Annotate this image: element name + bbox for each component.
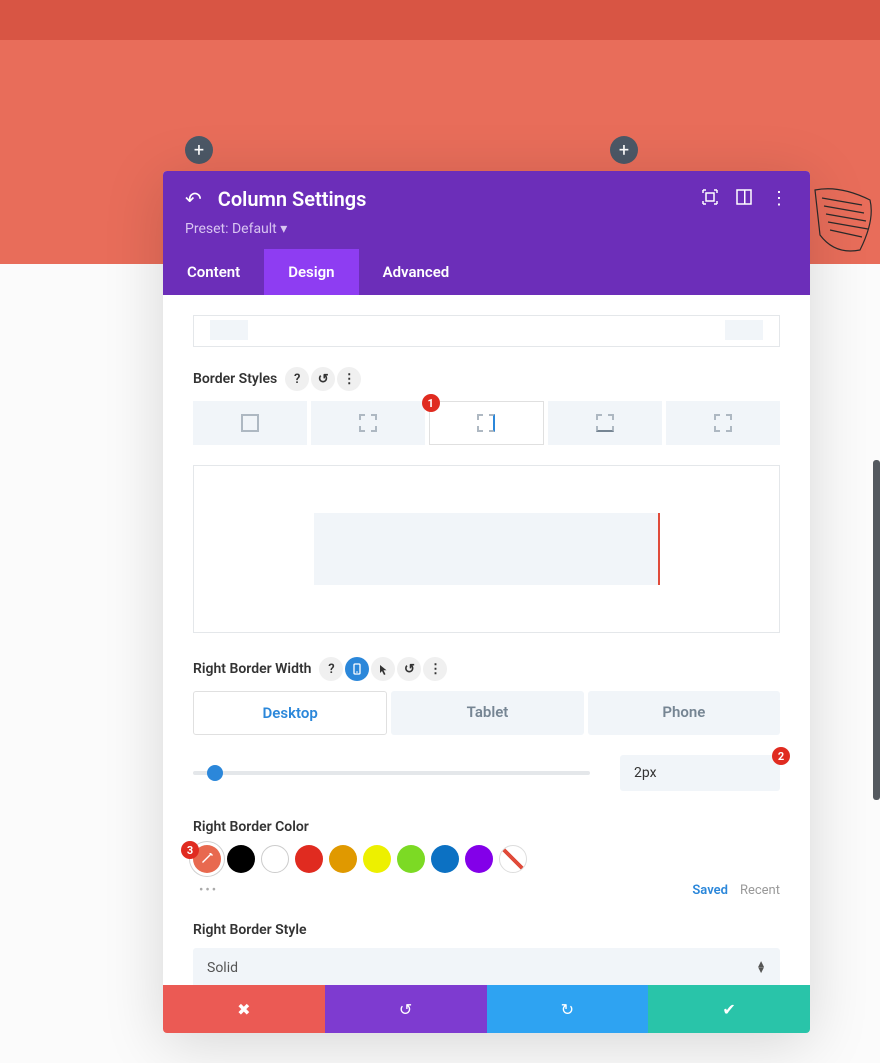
chevron-down-icon: ▾	[280, 221, 287, 237]
settings-modal: ↶ Column Settings ⋮ Preset: Default ▾ Co…	[163, 171, 810, 1033]
right-border-color-label: Right Border Color	[193, 819, 780, 835]
color-black[interactable]	[227, 845, 255, 873]
hover-icon[interactable]	[371, 657, 395, 681]
color-blue[interactable]	[431, 845, 459, 873]
collapsed-row	[193, 315, 780, 347]
decorative-sketch	[810, 180, 880, 260]
color-yellow[interactable]	[363, 845, 391, 873]
add-module-button-right[interactable]: +	[610, 136, 638, 164]
help-icon[interactable]: ?	[285, 367, 309, 391]
expand-icon[interactable]	[702, 189, 718, 209]
back-arrow-icon[interactable]: ↶	[185, 187, 202, 211]
border-style-5[interactable]	[666, 401, 780, 445]
width-slider-row: 2	[193, 755, 780, 791]
annotation-badge-3: 3	[181, 841, 199, 859]
border-styles-label: Border Styles ? ↺ ⋮	[193, 367, 780, 391]
color-picker-row: 3	[193, 845, 780, 873]
options-icon[interactable]: ⋮	[423, 657, 447, 681]
settings-tabs: Content Design Advanced	[163, 249, 810, 295]
device-tab-tablet[interactable]: Tablet	[391, 691, 583, 735]
border-right-only[interactable]: 1	[429, 401, 545, 445]
width-slider[interactable]	[193, 771, 590, 775]
tab-advanced[interactable]: Advanced	[359, 249, 474, 295]
border-preview	[193, 465, 780, 633]
reset-icon[interactable]: ↺	[311, 367, 335, 391]
tab-content[interactable]: Content	[163, 249, 264, 295]
add-module-button-left[interactable]: +	[185, 136, 213, 164]
device-tabs: Desktop Tablet Phone	[193, 691, 780, 735]
color-green[interactable]	[397, 845, 425, 873]
color-purple[interactable]	[465, 845, 493, 873]
save-button[interactable]: ✔	[648, 985, 810, 1033]
help-icon[interactable]: ?	[319, 657, 343, 681]
tab-design[interactable]: Design	[264, 249, 358, 295]
reset-icon[interactable]: ↺	[397, 657, 421, 681]
recent-colors-tab[interactable]: Recent	[740, 883, 780, 898]
color-none[interactable]	[499, 845, 527, 873]
border-style-4[interactable]	[548, 401, 662, 445]
annotation-badge-1: 1	[422, 394, 440, 412]
color-white[interactable]	[261, 845, 289, 873]
border-all-solid[interactable]	[193, 401, 307, 445]
layout-icon[interactable]	[736, 189, 752, 209]
page-background-top	[0, 0, 880, 40]
color-red[interactable]	[295, 845, 323, 873]
color-orange[interactable]	[329, 845, 357, 873]
options-icon[interactable]: ⋮	[337, 367, 361, 391]
width-input[interactable]	[620, 755, 780, 791]
border-style-selector: 1	[193, 401, 780, 445]
preset-dropdown[interactable]: Preset: Default ▾	[185, 221, 788, 237]
right-border-width-label: Right Border Width ? ↺ ⋮	[193, 657, 780, 681]
modal-header: ↶ Column Settings ⋮ Preset: Default ▾	[163, 171, 810, 249]
right-border-style-label: Right Border Style	[193, 922, 780, 938]
color-tabs: ••• Saved Recent	[193, 883, 780, 898]
modal-footer: ✖ ↺ ↻ ✔	[163, 985, 810, 1033]
more-colors-icon[interactable]: •••	[199, 883, 218, 898]
modal-title: Column Settings	[218, 187, 686, 211]
redo-button[interactable]: ↻	[487, 985, 649, 1033]
kebab-menu-icon[interactable]: ⋮	[770, 194, 788, 204]
modal-body: Border Styles ? ↺ ⋮ 1 Right Border Width…	[163, 295, 810, 985]
device-tab-phone[interactable]: Phone	[588, 691, 780, 735]
annotation-badge-2: 2	[772, 747, 790, 765]
border-all-dashed[interactable]	[311, 401, 425, 445]
scrollbar[interactable]	[873, 460, 880, 800]
saved-colors-tab[interactable]: Saved	[692, 883, 728, 898]
slider-thumb[interactable]	[207, 765, 223, 781]
device-tab-desktop[interactable]: Desktop	[193, 691, 387, 735]
undo-button[interactable]: ↺	[325, 985, 487, 1033]
border-style-select[interactable]: Solid ▲▼	[193, 948, 780, 985]
select-arrows-icon: ▲▼	[756, 962, 766, 974]
preview-element	[314, 513, 660, 585]
responsive-icon[interactable]	[345, 657, 369, 681]
cancel-button[interactable]: ✖	[163, 985, 325, 1033]
